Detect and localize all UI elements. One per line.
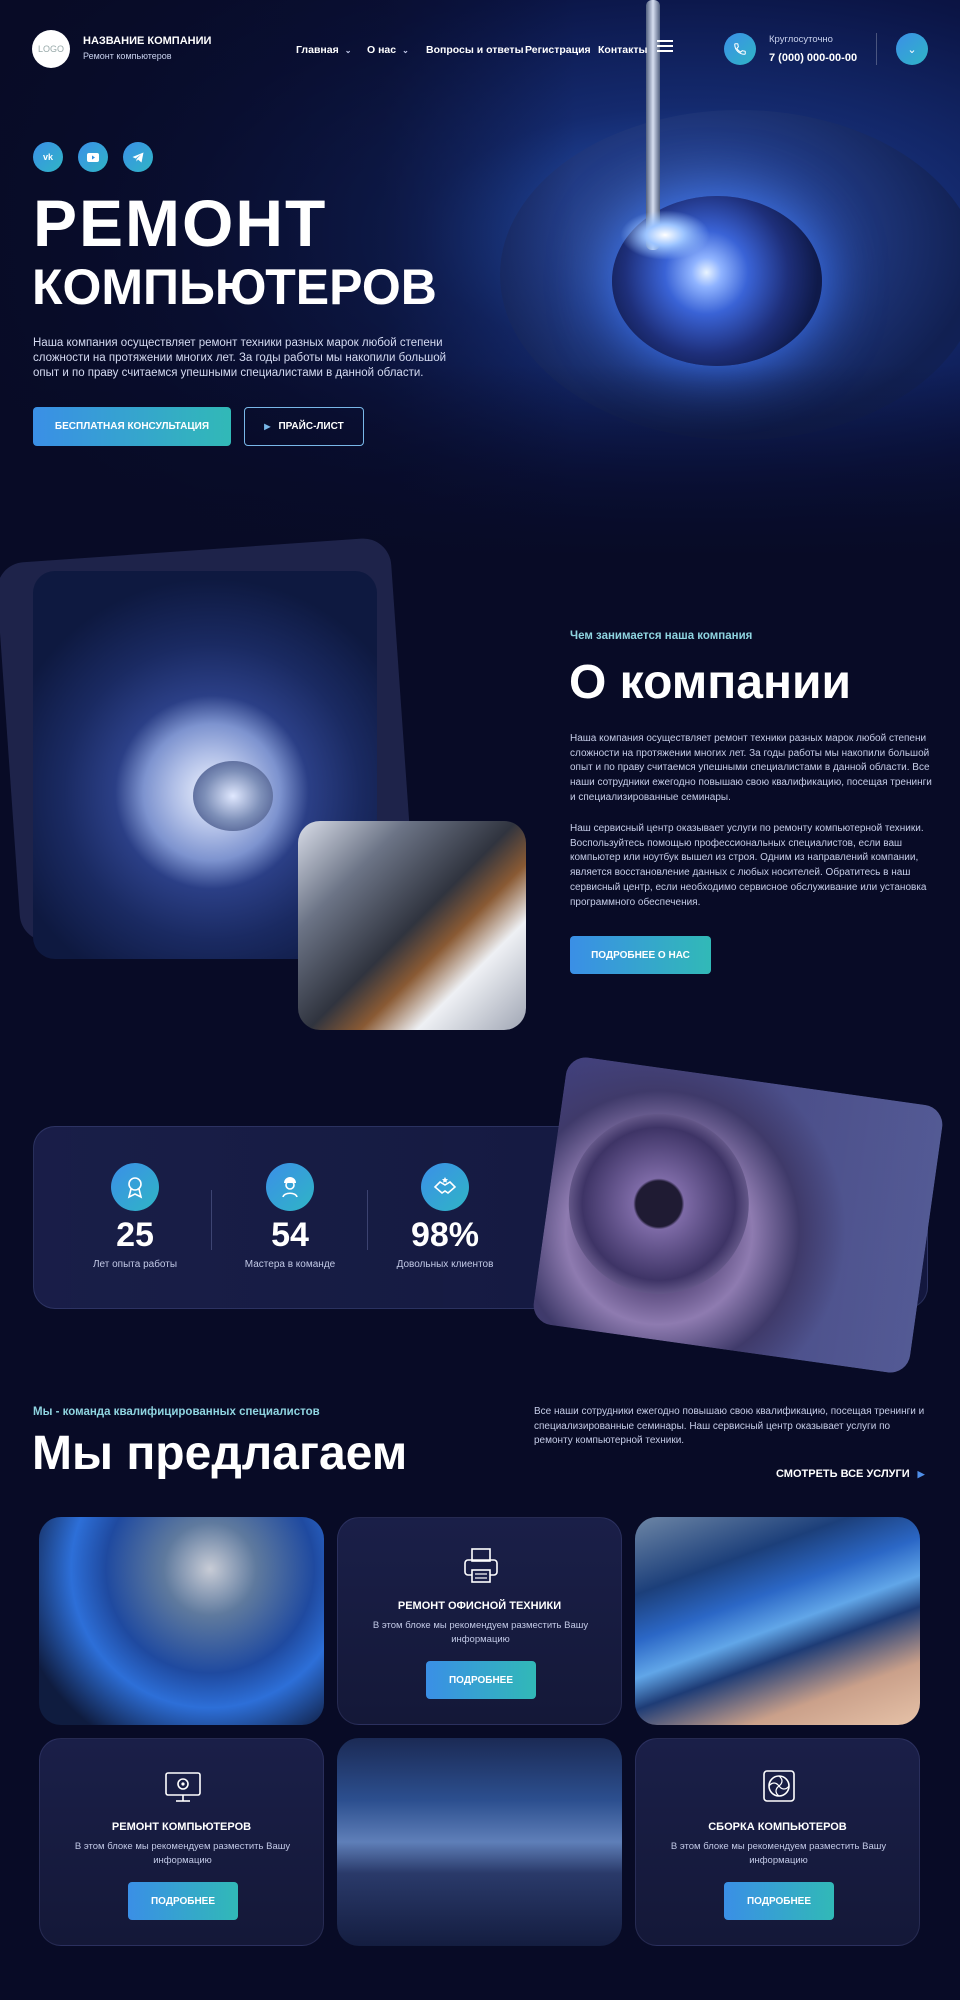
company-subtitle: Ремонт компьютеров <box>83 51 172 61</box>
logo[interactable]: LOGO <box>32 30 70 68</box>
services-text: Все наши сотрудники ежегодно повышаю сво… <box>534 1406 925 1446</box>
about-paragraph-1: Наша компания осуществляет ремонт техник… <box>570 733 932 803</box>
stat-label-clients: Довольных клиентов <box>396 1259 494 1270</box>
stat-icon-worker <box>266 1163 314 1211</box>
about-tag: Чем занимается наша компания <box>570 630 753 642</box>
monitor-gear-icon <box>165 1772 201 1802</box>
stat-divider <box>367 1190 368 1250</box>
stat-value-clients: 98% <box>410 1216 480 1254</box>
hero-title-line2: КОМПЬЮТЕРОВ <box>32 259 437 315</box>
service-card-assembly[interactable]: СБОРКА КОМПЬЮТЕРОВ В этом блоке мы реком… <box>635 1738 920 1946</box>
service-image-ram-install <box>635 1517 920 1725</box>
services-title: Мы предлагаем <box>32 1427 408 1480</box>
award-icon <box>127 1177 143 1199</box>
service-image-server-drive <box>337 1738 622 1946</box>
repair-hands-image <box>298 821 526 1030</box>
telegram-icon[interactable] <box>123 142 153 172</box>
service-description: В этом блоке мы рекомендуем разместить В… <box>372 1620 589 1645</box>
phone-button[interactable] <box>724 33 756 65</box>
youtube-icon[interactable] <box>78 142 108 172</box>
nav-label: О нас <box>367 44 397 56</box>
cpu-fan-icon <box>763 1770 795 1802</box>
stat-divider <box>211 1190 212 1250</box>
stat-icon-award <box>111 1163 159 1211</box>
phone-label: Круглосуточно <box>769 34 833 45</box>
menu-icon[interactable] <box>657 40 673 52</box>
service-more-button[interactable]: ПОДРОБНЕЕ <box>426 1661 536 1699</box>
nav-label: Главная <box>296 44 339 56</box>
phone-number[interactable]: 7 (000) 000-00-00 <box>769 52 857 64</box>
service-card-office[interactable]: РЕМОНТ ОФИСНОЙ ТЕХНИКИ В этом блоке мы р… <box>337 1517 622 1725</box>
header-divider <box>876 33 877 65</box>
price-list-button[interactable]: ▶ ПРАЙС-ЛИСТ <box>244 407 364 446</box>
cooler-fan-image <box>531 1054 945 1376</box>
company-name: НАЗВАНИЕ КОМПАНИИ <box>83 35 212 47</box>
nav-item-registration[interactable]: Регистрация <box>525 44 591 56</box>
service-title: СБОРКА КОМПЬЮТЕРОВ <box>708 1821 847 1833</box>
printer-icon <box>464 1548 498 1583</box>
stat-label-years: Лет опыта работы <box>92 1259 178 1270</box>
view-all-services-link[interactable]: СМОТРЕТЬ ВСЕ УСЛУГИ ▶ <box>776 1468 925 1480</box>
hero-text: Наша компания осуществляет ремонт техник… <box>33 337 447 379</box>
stat-icon-handshake <box>421 1163 469 1211</box>
nav-item-contacts[interactable]: Контакты <box>598 44 648 56</box>
about-title: О компании <box>569 656 851 709</box>
service-title: РЕМОНТ КОМПЬЮТЕРОВ <box>111 1821 252 1833</box>
services-tag: Мы - команда квалифицированных специалис… <box>33 1406 320 1418</box>
stat-value-masters: 54 <box>271 1216 309 1254</box>
nav-item-faq[interactable]: Вопросы и ответы <box>426 44 524 56</box>
service-more-button[interactable]: ПОДРОБНЕЕ <box>724 1882 834 1920</box>
vk-icon[interactable]: vk <box>33 142 63 172</box>
hero-title-line1: РЕМОНТ <box>33 186 328 260</box>
service-description: В этом блоке мы рекомендуем разместить В… <box>74 1841 291 1866</box>
service-description: В этом блоке мы рекомендуем разместить В… <box>670 1841 887 1866</box>
chevron-down-icon: ⌄ <box>344 46 352 55</box>
arrow-right-icon: ▶ <box>917 1469 925 1479</box>
worker-icon <box>282 1177 298 1198</box>
stat-value-years: 25 <box>116 1216 154 1254</box>
service-card-computer-repair[interactable]: РЕМОНТ КОМПЬЮТЕРОВ В этом блоке мы реком… <box>39 1738 324 1946</box>
chevron-down-icon: ⌄ <box>907 43 917 56</box>
about-paragraph-2: Наш сервисный центр оказывает услуги по … <box>570 823 927 908</box>
service-image-laptop-repair <box>39 1517 324 1725</box>
free-consultation-button[interactable]: БЕСПЛАТНАЯ КОНСУЛЬТАЦИЯ <box>33 407 231 446</box>
scroll-down-button[interactable]: ⌄ <box>896 33 928 65</box>
stat-label-masters: Мастера в команде <box>244 1259 336 1270</box>
nav-item-home[interactable]: Главная ⌄ <box>296 44 351 56</box>
service-title: РЕМОНТ ОФИСНОЙ ТЕХНИКИ <box>397 1600 562 1612</box>
about-more-button[interactable]: ПОДРОБНЕЕ О НАС <box>570 936 711 974</box>
phone-icon <box>734 43 746 55</box>
view-all-label: СМОТРЕТЬ ВСЕ УСЛУГИ <box>776 1468 910 1480</box>
price-list-label: ПРАЙС-ЛИСТ <box>278 421 344 432</box>
handshake-icon <box>433 1177 457 1195</box>
service-more-button[interactable]: ПОДРОБНЕЕ <box>128 1882 238 1920</box>
nav-item-about[interactable]: О нас ⌄ <box>367 44 409 56</box>
chevron-down-icon: ⌄ <box>402 46 409 55</box>
play-icon: ▶ <box>264 422 271 431</box>
